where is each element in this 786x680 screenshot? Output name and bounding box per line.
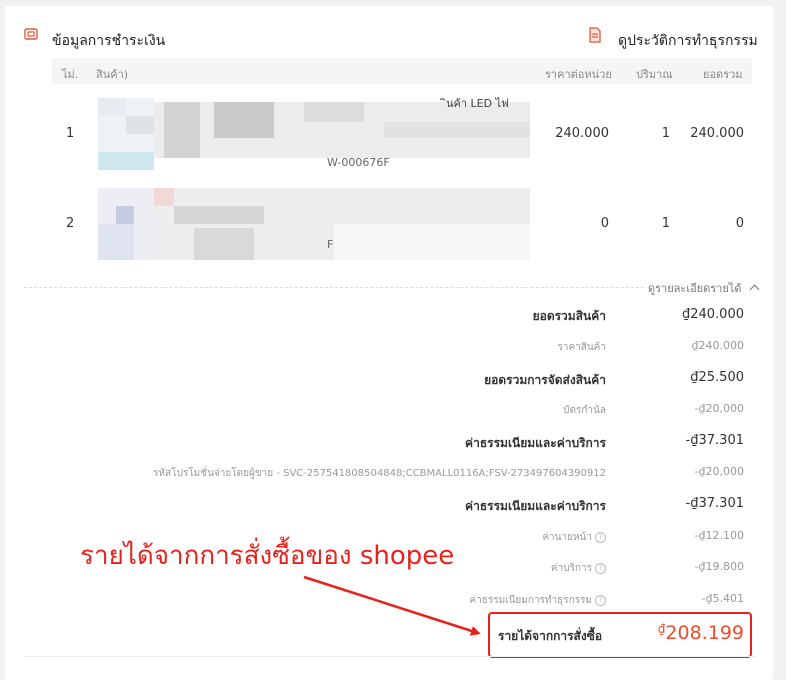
header-product: สินค้า)	[96, 68, 129, 81]
income-detail-toggle-label: ดูรายละเอียดรายได้	[648, 282, 742, 295]
product-name-fragment: ินค้า LED ไฟ	[446, 97, 509, 110]
unit-price: 0	[600, 216, 609, 231]
row-number: 1	[66, 126, 75, 141]
product-sku-fragment: F	[327, 238, 334, 251]
quantity: 1	[661, 126, 670, 141]
product-image-blurred	[98, 188, 154, 260]
chevron-up-icon	[749, 284, 760, 295]
table-header: ไม่. สินค้า) ราคาต่อหน่วย ปริมาณ ยอดรวม	[52, 58, 752, 84]
header-qty: ปริมาณ	[636, 68, 673, 81]
header-no: ไม่.	[62, 68, 79, 81]
order-income-value: ₫208.199	[658, 622, 744, 644]
order-income-amount: 208.199	[665, 622, 744, 644]
product-name-blurred	[154, 188, 530, 260]
quantity: 1	[661, 216, 670, 231]
product-image-blurred	[98, 98, 154, 170]
document-icon[interactable]	[588, 27, 602, 43]
wallet-icon	[24, 28, 38, 40]
row-total: 0	[735, 216, 744, 231]
header-total: ยอดรวม	[703, 68, 743, 81]
order-income-label: รายได้จากการสั่งซื้อ	[498, 629, 603, 643]
transaction-history-link[interactable]: ดูประวัติการทำธุรกรรม	[618, 30, 758, 52]
section-divider	[24, 287, 644, 288]
row-number: 2	[66, 216, 75, 231]
annotation-label: รายได้จากการสั่งซื้อของ shopee	[80, 541, 455, 571]
table-row: 2 F 0 1 0	[52, 180, 752, 270]
product-sku-fragment: W-000676F	[327, 156, 390, 169]
unit-price: 240.000	[555, 126, 609, 141]
section-title: ข้อมูลการชำระเงิน	[52, 33, 166, 49]
bottom-divider	[24, 656, 756, 657]
row-total: 240.000	[690, 126, 744, 141]
header-unit-price: ราคาต่อหน่วย	[545, 68, 612, 81]
table-row: 1 ินค้า LED ไฟ W-000676F 240.000 1 240.0…	[52, 88, 752, 178]
income-detail-toggle[interactable]: ดูรายละเอียดรายได้	[648, 279, 760, 297]
